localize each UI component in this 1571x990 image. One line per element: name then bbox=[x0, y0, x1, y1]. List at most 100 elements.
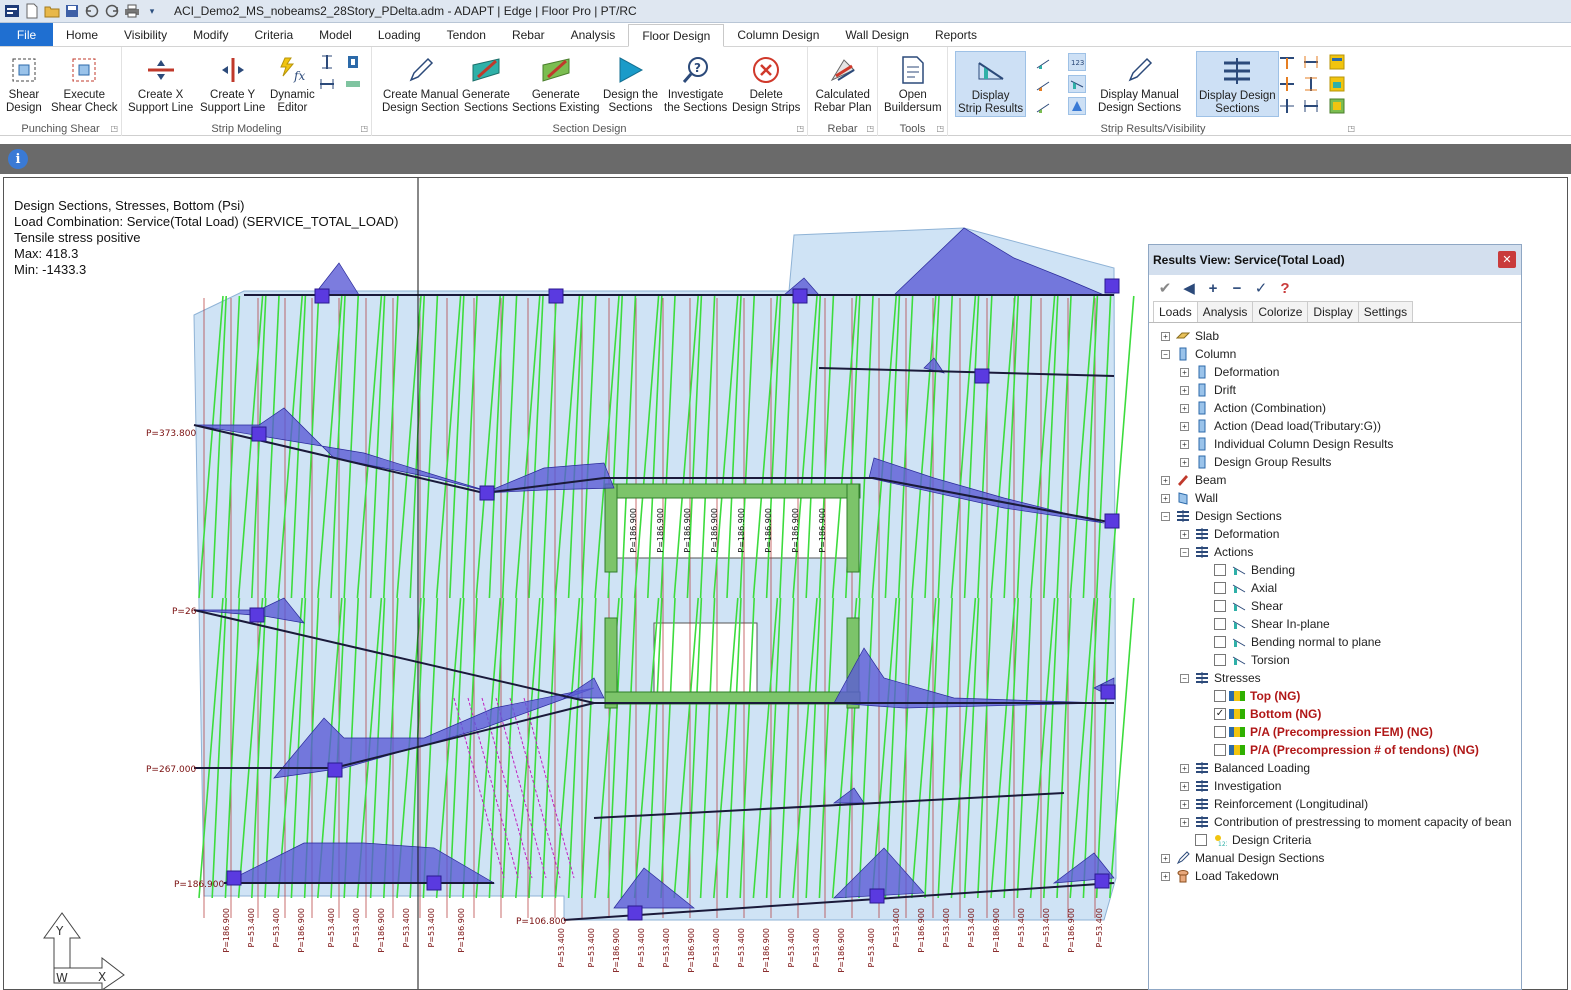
diagram-results-icon[interactable] bbox=[1068, 75, 1086, 93]
tree-item-ds-stresses[interactable]: − Stresses bbox=[1149, 669, 1521, 687]
section-width-icon[interactable] bbox=[1278, 53, 1296, 71]
expand-icon[interactable]: + bbox=[1161, 853, 1170, 863]
delete-design-strips-button[interactable]: Delete Design Strips bbox=[732, 51, 800, 115]
tab-loads[interactable]: Loads bbox=[1153, 301, 1198, 322]
open-buildersum-button[interactable]: Open Buildersum bbox=[884, 51, 942, 115]
section-color-icon[interactable] bbox=[1328, 97, 1346, 115]
help-icon[interactable]: ? bbox=[1277, 280, 1293, 297]
dialog-launcher-icon[interactable]: ◳ bbox=[796, 124, 804, 133]
tree-item-design-sections[interactable]: − Design Sections bbox=[1149, 507, 1521, 525]
new-file-icon[interactable] bbox=[24, 3, 40, 19]
tree-item-col-group[interactable]: + Design Group Results bbox=[1149, 453, 1521, 471]
strip-span-icon[interactable] bbox=[318, 75, 336, 93]
tree-item-st-top[interactable]: Top (NG) bbox=[1149, 687, 1521, 705]
add-icon[interactable]: + bbox=[1205, 280, 1221, 297]
display-manual-design-sections-button[interactable]: Display Manual Design Sections bbox=[1098, 51, 1181, 115]
tab-visibility[interactable]: Visibility bbox=[111, 23, 180, 46]
tree-item-ds-deformation[interactable]: + Deformation bbox=[1149, 525, 1521, 543]
contour-results-icon[interactable] bbox=[1068, 97, 1086, 115]
open-folder-icon[interactable] bbox=[44, 3, 60, 19]
section-align-icon[interactable] bbox=[1278, 75, 1296, 93]
redo-icon[interactable] bbox=[104, 3, 120, 19]
expand-icon[interactable]: + bbox=[1180, 403, 1189, 413]
section-height-icon[interactable] bbox=[1302, 75, 1320, 93]
shear-design-button[interactable]: Shear Design bbox=[6, 51, 42, 115]
dynamic-editor-button[interactable]: fx Dynamic Editor bbox=[270, 51, 315, 115]
remove-icon[interactable]: − bbox=[1229, 280, 1245, 297]
print-icon[interactable] bbox=[124, 3, 140, 19]
expand-icon[interactable]: + bbox=[1180, 457, 1189, 467]
tree-checkbox[interactable] bbox=[1214, 618, 1226, 630]
strip-width-icon[interactable] bbox=[318, 53, 336, 71]
tree-item-act-axial[interactable]: Axial bbox=[1149, 579, 1521, 597]
tab-reports[interactable]: Reports bbox=[922, 23, 990, 46]
tab-settings[interactable]: Settings bbox=[1357, 301, 1414, 322]
tab-wall-design[interactable]: Wall Design bbox=[832, 23, 922, 46]
collapse-icon[interactable]: − bbox=[1161, 349, 1170, 359]
expand-icon[interactable]: + bbox=[1180, 529, 1189, 539]
tab-colorize[interactable]: Colorize bbox=[1252, 301, 1309, 322]
strip-fill-icon[interactable] bbox=[344, 75, 362, 93]
tree-item-act-bending-normal[interactable]: Bending normal to plane bbox=[1149, 633, 1521, 651]
section-table-icon[interactable] bbox=[1328, 53, 1346, 71]
tab-analysis-results[interactable]: Analysis bbox=[1196, 301, 1254, 322]
expand-icon[interactable]: + bbox=[1161, 331, 1170, 341]
tree-item-act-bending[interactable]: Bending bbox=[1149, 561, 1521, 579]
calculated-rebar-plan-button[interactable]: Calculated Rebar Plan bbox=[814, 51, 872, 115]
expand-icon[interactable]: + bbox=[1180, 799, 1189, 809]
expand-icon[interactable]: + bbox=[1180, 817, 1189, 827]
tree-item-ds-balanced[interactable]: + Balanced Loading bbox=[1149, 759, 1521, 777]
tree-item-ds-contribution[interactable]: + Contribution of prestressing to moment … bbox=[1149, 813, 1521, 831]
tree-item-slab[interactable]: + Slab bbox=[1149, 327, 1521, 345]
tab-analysis[interactable]: Analysis bbox=[558, 23, 629, 46]
expand-icon[interactable]: + bbox=[1180, 367, 1189, 377]
tree-item-act-shear-inplane[interactable]: Shear In-plane bbox=[1149, 615, 1521, 633]
back-arrow-icon[interactable]: ◀ bbox=[1181, 279, 1197, 297]
expand-icon[interactable]: + bbox=[1180, 421, 1189, 431]
tree-item-act-torsion[interactable]: Torsion bbox=[1149, 651, 1521, 669]
execute-shear-check-button[interactable]: Execute Shear Check bbox=[51, 51, 117, 115]
info-icon[interactable]: i bbox=[8, 149, 28, 169]
tree-item-col-action-dead[interactable]: + Action (Dead load(Tributary:G)) bbox=[1149, 417, 1521, 435]
tree-item-manual-sections[interactable]: + Manual Design Sections bbox=[1149, 849, 1521, 867]
design-the-sections-button[interactable]: Design the Sections bbox=[603, 51, 658, 115]
create-x-support-line-button[interactable]: Create X Support Line bbox=[128, 51, 193, 115]
create-manual-design-section-button[interactable]: Create Manual Design Section bbox=[382, 51, 459, 115]
collapse-icon[interactable]: − bbox=[1180, 673, 1189, 683]
tree-item-col-drift[interactable]: + Drift bbox=[1149, 381, 1521, 399]
tree-checkbox[interactable] bbox=[1214, 690, 1226, 702]
display-design-sections-button[interactable]: Display Design Sections bbox=[1196, 51, 1279, 117]
tree-item-beam[interactable]: + Beam bbox=[1149, 471, 1521, 489]
collapse-icon[interactable]: − bbox=[1161, 511, 1170, 521]
undo-icon[interactable] bbox=[84, 3, 100, 19]
tab-floor-design[interactable]: Floor Design bbox=[628, 24, 725, 47]
tree-checkbox[interactable] bbox=[1214, 744, 1226, 756]
expand-icon[interactable]: + bbox=[1180, 763, 1189, 773]
tree-checkbox[interactable] bbox=[1214, 726, 1226, 738]
generate-sections-existing-button[interactable]: Generate Sections Existing bbox=[512, 51, 600, 115]
dialog-launcher-icon[interactable]: ◳ bbox=[866, 124, 874, 133]
tree-item-ds-actions[interactable]: − Actions bbox=[1149, 543, 1521, 561]
save-icon[interactable] bbox=[64, 3, 80, 19]
dialog-launcher-icon[interactable]: ◳ bbox=[936, 124, 944, 133]
tree-checkbox[interactable] bbox=[1214, 636, 1226, 648]
section-chart-icon[interactable] bbox=[1328, 75, 1346, 93]
expand-icon[interactable]: + bbox=[1180, 781, 1189, 791]
tree-item-wall[interactable]: + Wall bbox=[1149, 489, 1521, 507]
create-y-support-line-button[interactable]: Create Y Support Line bbox=[200, 51, 265, 115]
tree-checkbox[interactable]: ✓ bbox=[1214, 708, 1226, 720]
tree-checkbox[interactable] bbox=[1214, 564, 1226, 576]
tree-item-load-takedown[interactable]: + Load Takedown bbox=[1149, 867, 1521, 885]
qat-dropdown-icon[interactable]: ▾ bbox=[144, 3, 160, 19]
tree-checkbox[interactable] bbox=[1214, 600, 1226, 612]
app-icon[interactable] bbox=[4, 3, 20, 19]
strip-tributary-icon[interactable] bbox=[344, 53, 362, 71]
tab-loading[interactable]: Loading bbox=[365, 23, 434, 46]
tree-item-col-deformation[interactable]: + Deformation bbox=[1149, 363, 1521, 381]
expand-icon[interactable]: + bbox=[1161, 475, 1170, 485]
tree-item-st-pa-tendons[interactable]: P/A (Precompression # of tendons) (NG) bbox=[1149, 741, 1521, 759]
expand-icon[interactable]: + bbox=[1161, 871, 1170, 881]
tree-item-ds-investigation[interactable]: + Investigation bbox=[1149, 777, 1521, 795]
tab-file[interactable]: File bbox=[0, 23, 53, 46]
tree-checkbox[interactable] bbox=[1214, 582, 1226, 594]
